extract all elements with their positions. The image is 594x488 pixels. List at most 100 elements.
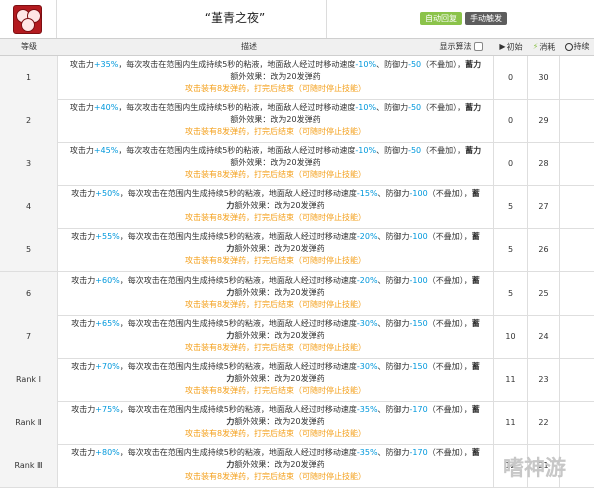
level-label: Rank Ⅰ: [16, 374, 41, 384]
slow-value: -35%: [356, 404, 378, 414]
checkbox-icon[interactable]: [473, 42, 483, 51]
desc-def-label: 、防御力: [376, 60, 409, 69]
desc-line-ammo: 攻击装有8发弹药，打完后结束（可随时停止技能）: [184, 170, 367, 180]
cost-value: 26: [538, 245, 549, 255]
desc-mid: ，每次攻击在范围内生成持续5秒的粘液，地面敌人经过时移动速度: [119, 447, 357, 457]
table-row: 3 攻击力+45%，每次攻击在范围内生成持续5秒的粘液，地面敌人经过时移动速度-1…: [0, 142, 594, 187]
charge-label: 蓄力: [465, 60, 482, 69]
desc-mid: ，每次攻击在范围内生成持续5秒的粘液，地面敌人经过时移动速度: [119, 189, 357, 199]
bolt-icon: ⚡: [532, 42, 539, 51]
desc-cell: 攻击力+35%，每次攻击在范围内生成持续5秒的粘液，地面敌人经过时移动速度-10…: [58, 56, 494, 99]
desc-def-label: 、防御力: [377, 404, 410, 414]
skill-header: “堇青之夜” 自动回复 手动触发: [0, 0, 594, 38]
cost-cell: 27: [528, 185, 560, 229]
desc-mid: ，每次攻击在范围内生成持续5秒的粘液，地面敌人经过时移动速度: [119, 404, 357, 414]
init-cell: 10: [494, 314, 528, 358]
desc-atk-label: 攻击力: [71, 361, 96, 371]
atk-value: +55%: [95, 232, 120, 242]
init-cell: 11: [494, 357, 528, 401]
cost-cell: 24: [528, 314, 560, 358]
table-row: 5 攻击力+55%，每次攻击在范围内生成持续5秒的粘液，地面敌人经过时移动速度-2…: [0, 228, 594, 273]
level-label: Rank Ⅲ: [14, 460, 43, 470]
init-value: 5: [507, 245, 514, 255]
cost-value: 22: [538, 417, 549, 427]
def-value: -100: [409, 275, 428, 285]
def-value: -150: [409, 361, 428, 371]
desc-note: （不叠加），: [427, 447, 472, 457]
desc-atk-label: 攻击力: [71, 318, 96, 328]
show-formula-toggle[interactable]: 显示算法: [428, 39, 494, 55]
desc-note: （不叠加），: [427, 404, 472, 414]
desc-note: （不叠加），: [427, 318, 472, 328]
charge-effect: 额外效果：改为20发弹药: [234, 201, 325, 211]
desc-line-1: 攻击力+50%，每次攻击在范围内生成持续5秒的粘液，地面敌人经过时移动速度-15…: [68, 188, 483, 212]
slow-value: -30%: [356, 318, 378, 328]
charge-effect: 额外效果：改为20发弹药: [234, 416, 325, 426]
level-cell: 6: [0, 271, 58, 315]
duration-cell: [560, 228, 594, 271]
desc-atk-label: 攻击力: [69, 103, 94, 113]
level-cell: Rank Ⅲ: [0, 443, 58, 487]
table-row: 7 攻击力+65%，每次攻击在范围内生成持续5秒的粘液，地面敌人经过时移动速度-3…: [0, 314, 594, 359]
desc-mid: ，每次攻击在范围内生成持续5秒的粘液，地面敌人经过时移动速度: [119, 275, 357, 285]
level-label: 1: [25, 73, 32, 82]
table-row: 6 攻击力+60%，每次攻击在范围内生成持续5秒的粘液，地面敌人经过时移动速度-2…: [0, 271, 594, 316]
desc-mid: ，每次攻击在范围内生成持续5秒的粘液，地面敌人经过时移动速度: [119, 318, 357, 328]
desc-line-1: 攻击力+60%，每次攻击在范围内生成持续5秒的粘液，地面敌人经过时移动速度-20…: [68, 275, 483, 299]
atk-value: +50%: [95, 189, 120, 199]
desc-atk-label: 攻击力: [71, 447, 96, 457]
desc-note: （不叠加），: [421, 60, 466, 69]
desc-cell: 攻击力+50%，每次攻击在范围内生成持续5秒的粘液，地面敌人经过时移动速度-15…: [58, 185, 494, 229]
desc-note: （不叠加），: [421, 146, 466, 156]
init-cell: 5: [494, 271, 528, 315]
desc-note: （不叠加），: [427, 232, 472, 242]
atk-value: +60%: [95, 275, 120, 285]
skill-name: “堇青之夜”: [204, 11, 266, 25]
desc-cell: 攻击力+45%，每次攻击在范围内生成持续5秒的粘液，地面敌人经过时移动速度-10…: [58, 142, 494, 186]
atk-value: +45%: [93, 146, 119, 156]
cost-value: 30: [538, 73, 549, 82]
charge-label: 蓄力: [465, 103, 482, 113]
def-value: -150: [409, 318, 428, 328]
level-cell: 5: [0, 228, 58, 272]
level-label: 6: [25, 288, 32, 298]
desc-line-1: 攻击力+40%，每次攻击在范围内生成持续5秒的粘液，地面敌人经过时移动速度-10…: [68, 102, 483, 126]
slow-value: -10%: [355, 60, 377, 69]
desc-def-label: 、防御力: [376, 103, 409, 113]
desc-def-label: 、防御力: [376, 146, 409, 156]
init-cell: 5: [494, 228, 528, 272]
cost-value: 29: [538, 116, 549, 126]
cost-cell: 30: [528, 56, 560, 99]
col-cost-label: 消耗: [539, 42, 556, 52]
init-cell: 0: [494, 99, 528, 143]
atk-value: +35%: [93, 60, 119, 69]
cost-cell: 28: [528, 142, 560, 186]
init-cell: 0: [494, 142, 528, 186]
slow-value: -15%: [356, 189, 378, 199]
duration-cell: [560, 56, 594, 99]
desc-mid: ，每次攻击在范围内生成持续5秒的粘液，地面敌人经过时移动速度: [119, 232, 357, 242]
clock-icon: [564, 42, 573, 51]
table-row: 2 攻击力+40%，每次攻击在范围内生成持续5秒的粘液，地面敌人经过时移动速度-1…: [0, 99, 594, 144]
desc-def-label: 、防御力: [377, 318, 410, 328]
level-cell: 4: [0, 185, 58, 229]
init-value: 0: [507, 73, 514, 82]
col-desc: 描述: [241, 42, 257, 51]
def-value: -50: [408, 146, 422, 156]
desc-line-ammo: 攻击装有8发弹药，打完后结束（可随时停止技能）: [184, 84, 367, 93]
duration-cell: [560, 272, 594, 315]
table-row: 1 攻击力+35%，每次攻击在范围内生成持续5秒的粘液，地面敌人经过时移动速度-1…: [0, 56, 594, 100]
slow-value: -20%: [356, 232, 378, 242]
init-value: 10: [505, 331, 516, 341]
init-value: 0: [507, 116, 514, 126]
desc-line-ammo: 攻击装有8发弹药，打完后结束（可随时停止技能）: [184, 213, 367, 223]
cost-cell: 25: [528, 271, 560, 315]
atk-value: +80%: [95, 447, 120, 457]
desc-atk-label: 攻击力: [71, 275, 96, 285]
atk-value: +70%: [95, 361, 120, 371]
slow-value: -10%: [355, 146, 377, 156]
level-label: 4: [25, 202, 32, 212]
col-duration-label: 持续: [573, 42, 590, 51]
init-cell: 0: [494, 56, 528, 99]
def-value: -50: [408, 60, 422, 69]
